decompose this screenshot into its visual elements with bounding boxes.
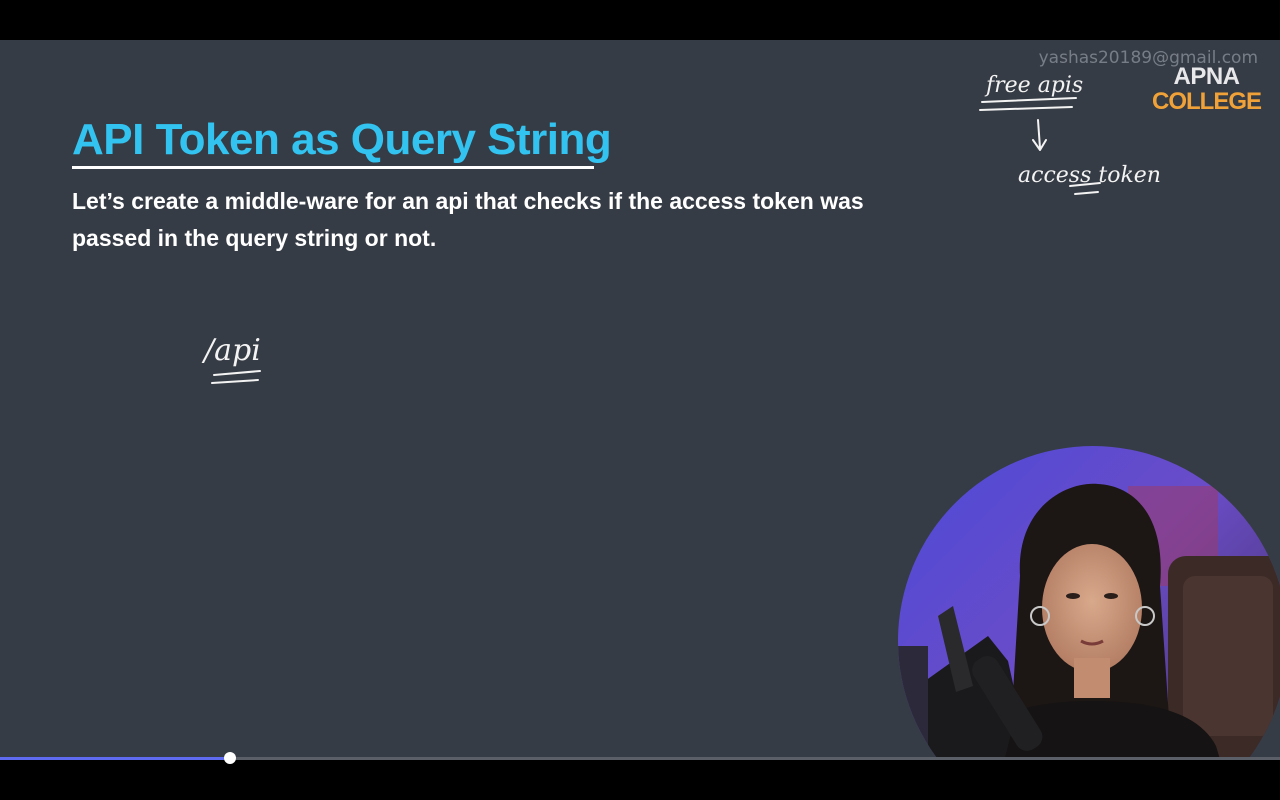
apna-college-logo: APNA COLLEGE	[1152, 63, 1262, 115]
annotation-free-apis: free apis	[984, 73, 1083, 98]
video-progress-fill	[0, 757, 231, 760]
logo-line-apna: APNA	[1173, 63, 1241, 90]
api-underline-1	[213, 370, 261, 376]
slide-title: API Token as Query String	[72, 115, 612, 164]
top-letterbox-bar	[0, 0, 1280, 40]
annotation-access-token: access token	[1018, 163, 1161, 188]
annotation-api-path: /api	[201, 333, 261, 368]
instructor-video-frame	[898, 446, 1280, 760]
instructor-webcam	[898, 446, 1280, 760]
slide-subtitle: Let’s create a middle-ware for an api th…	[72, 188, 864, 251]
title-underline	[72, 166, 594, 169]
logo-line-college: COLLEGE	[1152, 88, 1262, 115]
free-apis-underline-1	[981, 97, 1077, 103]
bottom-letterbox-bar	[0, 760, 1280, 800]
annotation-arrow-down-icon	[1032, 119, 1047, 151]
lecture-slide: API Token as Query String Let’s create a…	[0, 40, 1280, 760]
api-underline-2	[211, 379, 259, 384]
access-token-underline-1	[1069, 182, 1101, 187]
access-token-underline-2	[1074, 191, 1099, 195]
free-apis-underline-2	[979, 106, 1073, 111]
